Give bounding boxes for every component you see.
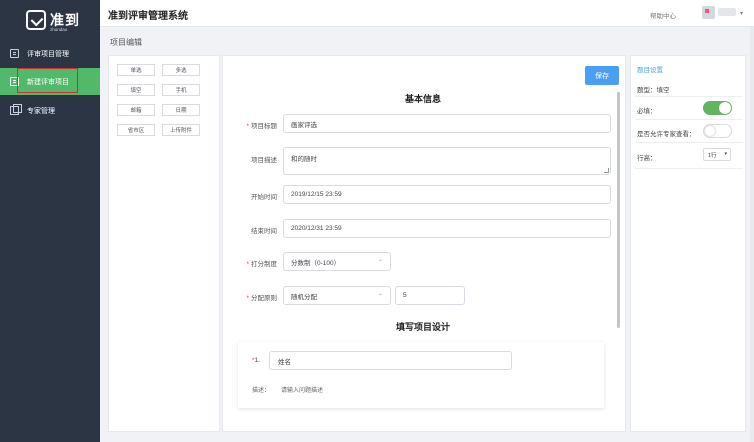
field-label-start: 开始时间: [251, 194, 277, 201]
highlight-annotation: [17, 68, 78, 93]
top-header: 准到评审管理系统 帮助中心 ▾: [100, 0, 754, 27]
assign-select[interactable]: 随机分配 ⌄: [283, 286, 391, 305]
document-icon: [10, 49, 19, 58]
save-button[interactable]: 保存: [585, 66, 619, 85]
question-desc-label: 描述：: [252, 388, 271, 394]
logo-subtext: zhundao: [50, 27, 68, 32]
logo: 准到 zhundao: [26, 8, 86, 34]
question-number: *1.: [252, 357, 260, 364]
assign-value: 随机分配: [291, 293, 317, 301]
field-label-end: 结束时间: [251, 228, 277, 235]
palette-single-choice[interactable]: 单选: [117, 64, 155, 76]
caret-down-icon: ▾: [724, 151, 727, 157]
sidebar-item-experts[interactable]: 专家管理: [0, 97, 100, 124]
question-title-input[interactable]: 姓名: [269, 351, 512, 370]
divider: [635, 119, 743, 120]
page-title: 项目编辑: [110, 38, 142, 47]
page-scrollbar[interactable]: [750, 27, 754, 442]
divider: [635, 96, 743, 97]
palette-fill-blank[interactable]: 填空: [117, 84, 155, 96]
assign-count-input[interactable]: 5: [395, 286, 465, 305]
help-center-link[interactable]: 帮助中心: [650, 10, 676, 20]
field-label-scoring: * 打分制度: [246, 261, 277, 268]
settings-title: 题目设置: [637, 67, 663, 74]
sidebar-item-label: 专家管理: [27, 107, 55, 115]
chevron-down-icon[interactable]: ▾: [740, 10, 743, 17]
start-time-input[interactable]: 2019/12/15 23:59: [283, 185, 611, 204]
palette-phone[interactable]: 手机: [162, 84, 200, 96]
question-settings-panel: 题目设置 题型：填空 必填： 是否允许专家查看： 行高： 1行 ▾: [630, 55, 746, 432]
field-label-desc: 项目描述: [251, 157, 277, 164]
question-type-palette: 单选 多选 填空 手机 邮箱 日期 省市区 上传附件: [108, 55, 220, 432]
form-scrollbar[interactable]: [617, 92, 620, 328]
chevron-down-icon: ⌄: [377, 291, 383, 297]
palette-upload[interactable]: 上传附件: [162, 124, 200, 136]
sidebar-item-label: 评审项目管理: [27, 50, 69, 58]
title-input[interactable]: 画家评选: [283, 114, 611, 133]
description-value: 和的随时: [291, 156, 317, 163]
user-name[interactable]: [718, 8, 736, 16]
expert-view-toggle[interactable]: [703, 124, 732, 138]
required-label: 必填：: [637, 108, 657, 115]
palette-multi-choice[interactable]: 多选: [162, 64, 200, 76]
section-title-basic: 基本信息: [404, 94, 441, 104]
app-title: 准到评审管理系统: [108, 11, 188, 22]
field-label-title: * 项目标题: [246, 123, 277, 130]
divider: [635, 142, 743, 143]
row-height-label: 行高：: [637, 155, 657, 162]
avatar[interactable]: [702, 6, 715, 19]
page-title-bar: 项目编辑: [100, 27, 754, 54]
sidebar: 准到 zhundao 评审项目管理 新建评审项目 专家管理: [0, 0, 100, 442]
expert-view-label: 是否允许专家查看：: [637, 131, 696, 138]
scoring-select[interactable]: 分数制（0-100） ⌄: [283, 252, 391, 271]
question-type-label: 题型：填空: [637, 87, 670, 94]
resize-handle[interactable]: [604, 168, 609, 173]
scoring-value: 分数制（0-100）: [291, 259, 341, 267]
divider: [635, 168, 743, 169]
sidebar-item-review-projects[interactable]: 评审项目管理: [0, 40, 100, 67]
end-time-input[interactable]: 2020/12/31 23:59: [283, 219, 611, 238]
chevron-down-icon: ⌄: [377, 257, 383, 263]
required-toggle[interactable]: [703, 101, 732, 115]
question-desc-input[interactable]: 请输入问题描述: [281, 385, 323, 394]
logo-check-icon: [26, 10, 46, 30]
copy-icon: [10, 104, 22, 115]
field-label-assign: * 分配原则: [246, 295, 277, 302]
palette-email[interactable]: 邮箱: [117, 104, 155, 116]
palette-region[interactable]: 省市区: [117, 124, 155, 136]
row-height-value: 1行: [708, 152, 717, 159]
description-textarea[interactable]: 和的随时: [283, 147, 611, 175]
palette-date[interactable]: 日期: [162, 104, 200, 116]
row-height-select[interactable]: 1行 ▾: [703, 148, 731, 161]
question-card[interactable]: *1. 姓名 描述： 请输入问题描述: [238, 342, 604, 408]
section-title-design: 填写项目设计: [395, 322, 450, 332]
